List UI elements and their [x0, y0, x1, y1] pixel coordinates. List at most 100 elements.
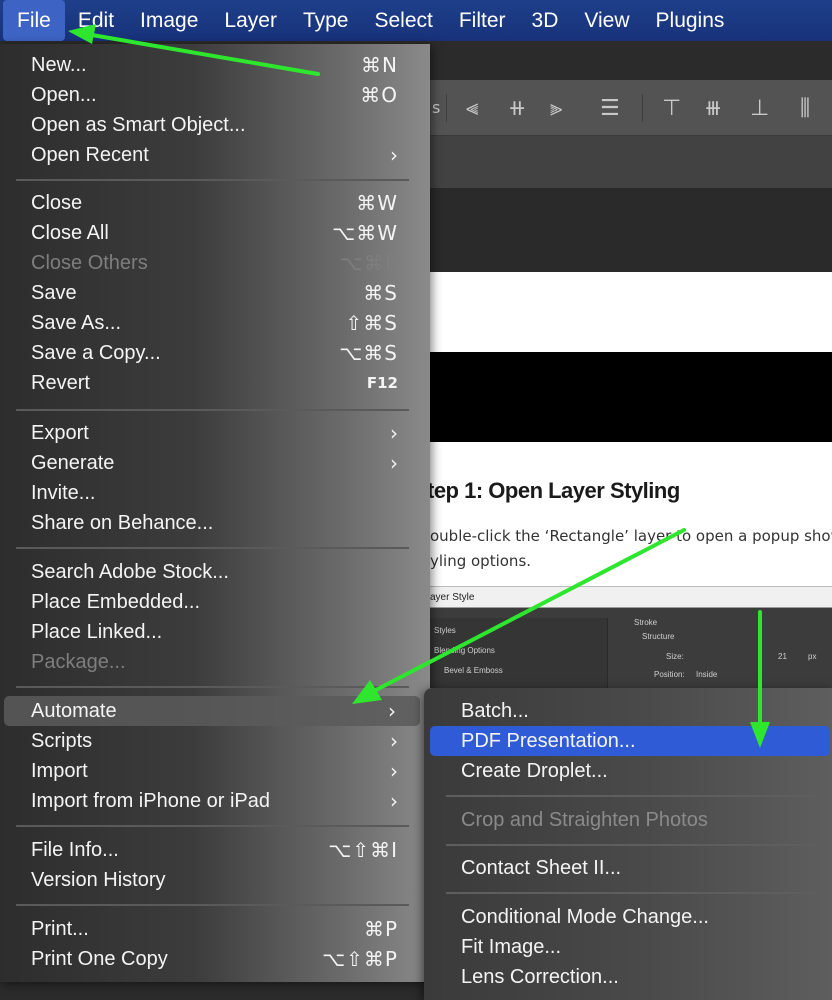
align-bottom-icon[interactable]: ⊥ — [750, 96, 769, 121]
menu-item-label: Version History — [31, 868, 166, 891]
menu-item-invite[interactable]: Invite... — [8, 478, 418, 508]
chevron-right-icon: › — [390, 789, 398, 813]
menu-item-export[interactable]: Export › — [8, 418, 418, 448]
align-right-icon[interactable]: ⫸ — [550, 96, 562, 121]
menu-item-print[interactable]: Print... ⌘P — [8, 914, 418, 944]
menu-item-label: Save a Copy... — [31, 341, 161, 364]
align-left-icon[interactable]: ⫷ — [466, 96, 478, 121]
menu-item-label: Close Others — [31, 251, 148, 274]
align-middle-icon[interactable]: ⧻ — [704, 96, 722, 121]
menu-item-label: Open... — [31, 83, 97, 106]
menu-image[interactable]: Image — [127, 0, 211, 41]
menu-item-label: Scripts — [31, 729, 93, 752]
menu-item-save-as[interactable]: Save As... ⇧⌘S — [8, 308, 418, 338]
options-separator — [642, 94, 643, 122]
submenu-item-label: Create Droplet... — [461, 759, 608, 782]
menu-item-label: Generate — [31, 451, 115, 474]
menu-item-shortcut: ⌥⇧⌘P — [322, 947, 398, 971]
menu-item-save[interactable]: Save ⌘S — [8, 278, 418, 308]
chevron-right-icon: › — [388, 699, 396, 723]
menu-filter[interactable]: Filter — [446, 0, 519, 41]
menu-item-automate[interactable]: Automate › — [4, 696, 420, 726]
menu-select[interactable]: Select — [361, 0, 445, 41]
menu-separator — [16, 825, 409, 827]
menu-item-package: Package... — [8, 647, 418, 677]
menu-item-open-smart-object[interactable]: Open as Smart Object... — [8, 110, 418, 140]
menu-separator — [16, 686, 409, 688]
dialog-size-label: Size: — [666, 652, 684, 661]
menu-item-import-iphone[interactable]: Import from iPhone or iPad › — [8, 786, 418, 816]
document-black-band — [430, 352, 832, 442]
submenu-item-label: PDF Presentation... — [461, 729, 636, 752]
menu-file[interactable]: File — [3, 0, 65, 41]
dialog-title-text: ayer Style — [430, 592, 475, 603]
submenu-separator — [446, 892, 816, 894]
align-top-icon[interactable]: ⊤ — [662, 96, 681, 121]
menu-separator — [16, 547, 409, 549]
menu-item-share-behance[interactable]: Share on Behance... — [8, 508, 418, 538]
distribute-icon[interactable]: ☰ — [600, 96, 620, 121]
menu-type[interactable]: Type — [290, 0, 362, 41]
menu-plugins[interactable]: Plugins — [643, 0, 738, 41]
submenu-item-contact-sheet[interactable]: Contact Sheet II... — [430, 853, 830, 883]
submenu-item-label: Conditional Mode Change... — [461, 905, 709, 928]
chevron-right-icon: › — [390, 143, 398, 167]
chevron-right-icon: › — [390, 729, 398, 753]
menu-item-search-adobe-stock[interactable]: Search Adobe Stock... — [8, 557, 418, 587]
submenu-item-fit-image[interactable]: Fit Image... — [430, 932, 830, 962]
dialog-position-value[interactable]: Inside — [696, 670, 717, 679]
file-menu-dropdown: New... ⌘N Open... ⌘O Open as Smart Object.… — [0, 44, 430, 982]
menu-item-version-history[interactable]: Version History — [8, 865, 418, 895]
menu-item-label: Import — [31, 759, 88, 782]
dialog-stroke-label: Stroke — [634, 618, 658, 627]
menu-item-shortcut: ⌥⌘W — [332, 221, 398, 245]
menu-edit[interactable]: Edit — [65, 0, 127, 41]
menu-item-shortcut: ⇧⌘S — [345, 311, 398, 335]
submenu-item-crop-straighten: Crop and Straighten Photos — [430, 805, 830, 835]
menu-item-scripts[interactable]: Scripts › — [8, 726, 418, 756]
dialog-bevel-label: Bevel & Emboss — [444, 666, 503, 675]
submenu-separator — [446, 795, 816, 797]
distribute-vertical-icon[interactable]: ⫼ — [800, 96, 810, 121]
menu-item-label: Share on Behance... — [31, 511, 214, 534]
menu-item-shortcut: ⌥⌘S — [339, 341, 398, 365]
menu-item-new[interactable]: New... ⌘N — [8, 50, 418, 80]
submenu-item-lens-correction[interactable]: Lens Correction... — [430, 962, 830, 992]
menu-item-save-copy[interactable]: Save a Copy... ⌥⌘S — [8, 338, 418, 368]
menu-item-label: Save — [31, 281, 77, 304]
menu-item-open[interactable]: Open... ⌘O — [8, 80, 418, 110]
menu-view[interactable]: View — [571, 0, 642, 41]
menu-item-label: Search Adobe Stock... — [31, 560, 229, 583]
options-bar: s ⫷ ⧺ ⫸ ☰ ⊤ ⧻ ⊥ ⫼ — [430, 80, 832, 136]
menu-3d[interactable]: 3D — [519, 0, 572, 41]
submenu-item-batch[interactable]: Batch... — [430, 696, 830, 726]
submenu-item-create-droplet[interactable]: Create Droplet... — [430, 756, 830, 786]
menu-layer[interactable]: Layer — [211, 0, 290, 41]
menu-item-open-recent[interactable]: Open Recent › — [8, 140, 418, 170]
menu-item-label: Place Linked... — [31, 620, 163, 643]
menu-item-label: Print One Copy — [31, 947, 168, 970]
menu-item-print-one-copy[interactable]: Print One Copy ⌥⇧⌘P — [8, 944, 418, 974]
document-step-line: yling options. — [430, 552, 532, 570]
menu-item-close[interactable]: Close ⌘W — [8, 188, 418, 218]
dialog-size-value[interactable]: 21 — [778, 652, 787, 661]
menu-item-label: New... — [31, 53, 87, 76]
menu-item-place-linked[interactable]: Place Linked... — [8, 617, 418, 647]
menu-item-place-embedded[interactable]: Place Embedded... — [8, 587, 418, 617]
submenu-item-label: Fit Image... — [461, 935, 562, 958]
menu-item-label: Open as Smart Object... — [31, 113, 246, 136]
align-center-icon[interactable]: ⧺ — [508, 96, 526, 121]
menu-item-file-info[interactable]: File Info... ⌥⇧⌘I — [8, 835, 418, 865]
menu-separator — [16, 179, 409, 181]
chevron-right-icon: › — [390, 451, 398, 475]
menu-item-close-all[interactable]: Close All ⌥⌘W — [8, 218, 418, 248]
dialog-size-unit: px — [808, 652, 817, 661]
menu-item-shortcut: ⌥⌘P — [339, 251, 398, 275]
submenu-item-conditional-mode[interactable]: Conditional Mode Change... — [430, 902, 830, 932]
menu-item-generate[interactable]: Generate › — [8, 448, 418, 478]
menu-item-shortcut: ⌘W — [356, 191, 398, 215]
menu-item-import[interactable]: Import › — [8, 756, 418, 786]
menu-item-revert[interactable]: Revert F12 — [8, 368, 418, 398]
menu-item-label: Print... — [31, 917, 89, 940]
submenu-item-pdf-presentation[interactable]: PDF Presentation... — [430, 726, 830, 756]
